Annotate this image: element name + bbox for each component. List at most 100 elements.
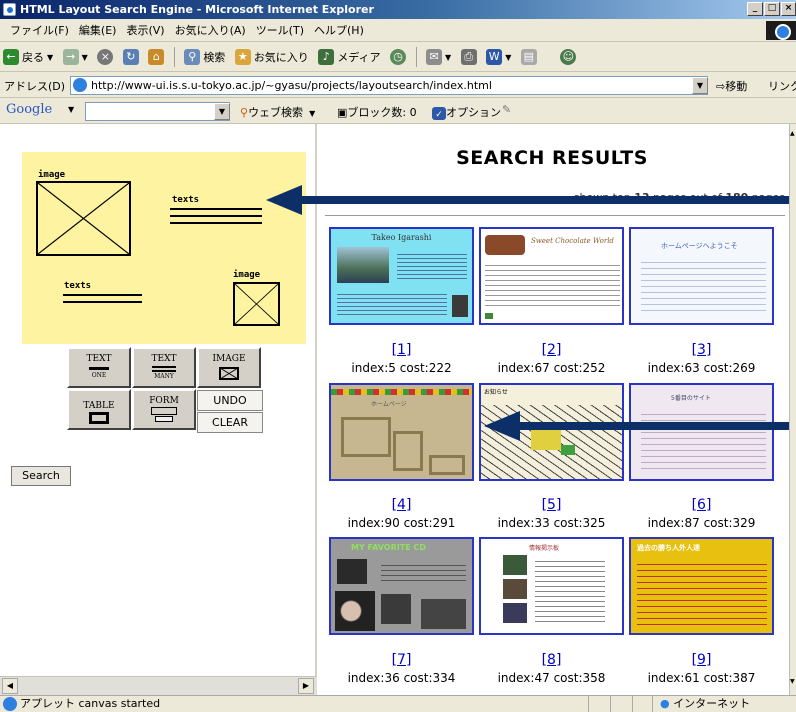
thumb-photo (381, 594, 411, 624)
result-link-1[interactable]: [1] (329, 342, 474, 358)
result-thumbnail-8[interactable]: 情報掲示板 (479, 537, 624, 635)
refresh-button[interactable]: ↻ (120, 42, 142, 71)
menu-favorites[interactable]: お気に入り(A) (170, 19, 251, 41)
result-index: index:33 (497, 516, 550, 530)
result-thumbnail-3[interactable]: ホームページへようこそ (629, 227, 774, 325)
palette-text-one-sub: ONE (91, 372, 107, 379)
result-link-4[interactable]: [4] (329, 497, 474, 513)
links-button[interactable]: リンク (768, 78, 796, 94)
result-index: index:63 (647, 361, 700, 375)
mail-icon: ✉ (426, 49, 443, 65)
menu-file[interactable]: ファイル(F) (0, 19, 74, 41)
menu-bar: ファイル(F) 編集(E) 表示(V) お気に入り(A) ツール(T) ヘルプ(H) (0, 19, 796, 42)
menu-view[interactable]: 表示(V) (121, 19, 169, 41)
scroll-down-icon[interactable]: ▼ (790, 678, 795, 685)
print-icon: ⎙ (460, 49, 477, 65)
google-logo[interactable]: Google (6, 102, 52, 117)
result-thumbnail-1[interactable]: Takeo Igarashi (329, 227, 474, 325)
horizontal-scrollbar[interactable]: ◀ ▶ (0, 676, 317, 695)
popup-blocker-button[interactable]: ▣ブロック数: 0 (337, 104, 417, 120)
result-thumbnail-2[interactable]: Sweet Chocolate World (479, 227, 624, 325)
go-button[interactable]: ⇨移動 (716, 78, 747, 94)
home-icon: ⌂ (148, 49, 165, 65)
thumb-photo (335, 591, 375, 631)
result-cost-3: index:63 cost:269 (629, 361, 774, 375)
back-button[interactable]: ← 戻る ▼ (0, 42, 56, 71)
palette-form-label: FORM (149, 396, 179, 406)
result-thumbnail-7[interactable]: MY FAVORITE CD (329, 537, 474, 635)
result-link-9[interactable]: [9] (629, 652, 774, 668)
google-search-dropdown[interactable]: ▼ (214, 103, 230, 120)
text-line (63, 294, 142, 296)
result-cost: cost:387 (703, 671, 756, 685)
thumb-text-block (641, 257, 766, 312)
menu-help[interactable]: ヘルプ(H) (309, 19, 369, 41)
result-link-6[interactable]: [6] (629, 497, 774, 513)
palette-form[interactable]: FORM (132, 389, 196, 430)
text-many-icon (152, 366, 176, 372)
annotation-arrow-1 (266, 185, 796, 215)
close-button[interactable]: × (781, 2, 796, 16)
result-cost: cost:269 (703, 361, 756, 375)
stop-button[interactable]: × (94, 42, 116, 71)
thumb-text-block (535, 557, 605, 623)
result-link-8[interactable]: [8] (479, 652, 624, 668)
result-thumbnail-9[interactable]: 過去の勝ち人外人達 (629, 537, 774, 635)
binoculars-icon: ⚲ (240, 106, 249, 119)
address-label: アドレス(D) (4, 80, 66, 93)
address-input[interactable]: http://www-ui.is.s.u-tokyo.ac.jp/~gyasu/… (70, 76, 708, 95)
vertical-scrollbar[interactable]: ▲ ▼ (789, 124, 796, 695)
text-line (170, 215, 262, 217)
menu-edit[interactable]: 編集(E) (74, 19, 122, 41)
thumb-text-block (381, 561, 466, 583)
minimize-button[interactable]: _ (747, 2, 763, 16)
search-button[interactable]: Search (11, 466, 71, 486)
result-link-3[interactable]: [3] (629, 342, 774, 358)
image-box-2[interactable] (233, 282, 280, 326)
search-button[interactable]: ⚲ 検索 (181, 42, 228, 71)
popup-block-icon: ▣ (337, 106, 348, 119)
scroll-up-icon[interactable]: ▲ (790, 130, 795, 137)
thumb-heading: ホームページ (371, 401, 407, 408)
history-button[interactable]: ◷ (387, 42, 409, 71)
image-placeholder-icon (38, 183, 129, 254)
favorites-button[interactable]: ★ お気に入り (232, 42, 312, 71)
scroll-left-icon[interactable]: ◀ (2, 678, 18, 694)
palette-image[interactable]: IMAGE (197, 347, 261, 388)
result-thumbnail-4[interactable]: ホームページ (329, 383, 474, 481)
result-cost: cost:358 (553, 671, 606, 685)
messenger-button[interactable]: ☺ (557, 42, 579, 71)
media-button[interactable]: ♪ メディア (315, 42, 383, 71)
result-link-7[interactable]: [7] (329, 652, 474, 668)
palette-text-one[interactable]: TEXT ONE (67, 347, 131, 388)
address-dropdown[interactable]: ▼ (692, 77, 708, 94)
result-index: index:36 (347, 671, 400, 685)
options-button[interactable]: ✓ オプション (432, 104, 501, 120)
result-link-2[interactable]: [2] (479, 342, 624, 358)
menu-tools[interactable]: ツール(T) (251, 19, 309, 41)
palette-table[interactable]: TABLE (67, 389, 131, 430)
thumb-heading: ホームページへようこそ (661, 242, 738, 250)
google-search-input[interactable] (85, 102, 230, 121)
print-button[interactable]: ⎙ (458, 42, 480, 71)
mail-button[interactable]: ✉ ▼ (423, 42, 454, 71)
web-search-button[interactable]: ⚲ウェブ検索 ▼ (240, 104, 315, 120)
thumb-frame (429, 455, 465, 475)
thumb-photo (485, 235, 525, 255)
palette-text-many[interactable]: TEXT MANY (132, 347, 196, 388)
maximize-button[interactable]: □ (764, 2, 780, 16)
highlighter-icon[interactable]: ✎ (502, 103, 511, 116)
home-button[interactable]: ⌂ (145, 42, 167, 71)
result-link-5[interactable]: [5] (479, 497, 624, 513)
thumb-icon (485, 313, 493, 319)
image-box-1[interactable] (36, 181, 131, 256)
edit-button[interactable]: W ▼ (483, 42, 514, 71)
clear-button[interactable]: CLEAR (197, 412, 263, 433)
back-label: 戻る (22, 51, 44, 64)
scroll-right-icon[interactable]: ▶ (298, 678, 314, 694)
favorites-icon: ★ (234, 49, 251, 65)
discuss-button[interactable]: ▤ (518, 42, 540, 71)
forward-button[interactable]: → ▼ (60, 42, 91, 71)
ie-page-icon (3, 3, 16, 16)
undo-button[interactable]: UNDO (197, 390, 263, 411)
